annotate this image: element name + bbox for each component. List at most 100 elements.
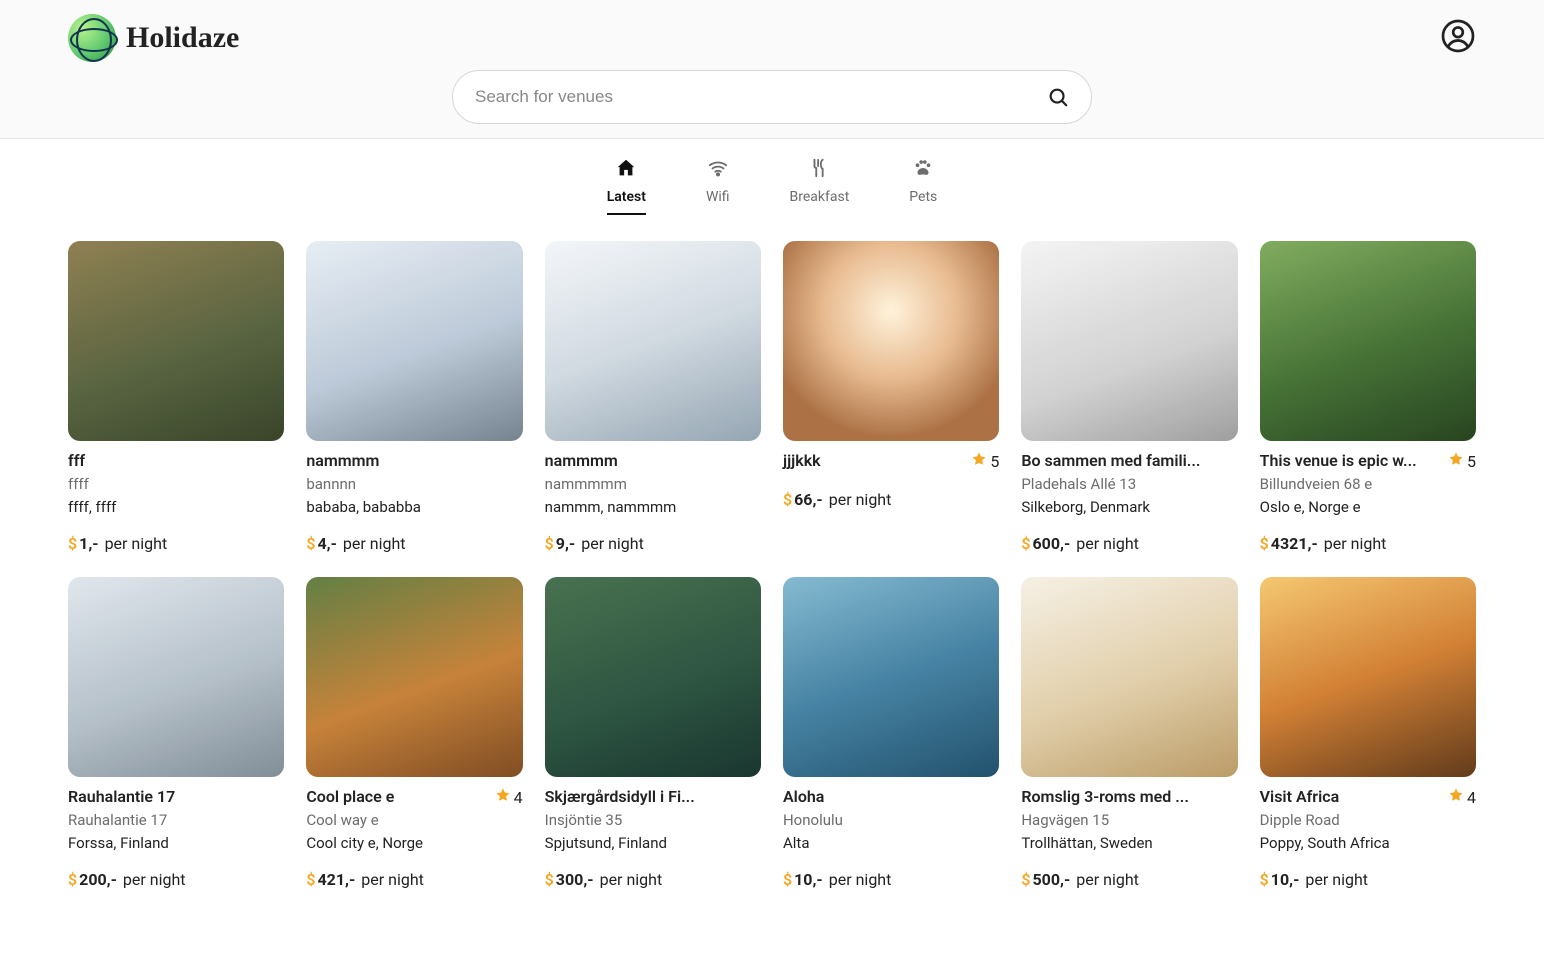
venue-card[interactable]: This venue is epic w... 5 Billundveien 6… [1260,241,1476,553]
search-input[interactable] [475,87,1047,107]
rating-value: 5 [990,452,999,471]
venue-price: $ 4,- per night [306,534,522,553]
venue-city: Forssa, Finland [68,833,284,854]
venue-city: nammm, nammmm [545,497,761,518]
venue-thumbnail [783,577,999,777]
venue-city: Spjutsund, Finland [545,833,761,854]
search-row [68,70,1476,124]
logo[interactable]: Holidaze [68,14,239,62]
venue-street: Rauhalantie 17 [68,810,284,831]
price-value: 10,- [794,870,823,889]
venue-price: $ 10,- per night [783,870,999,889]
currency-symbol: $ [545,534,554,553]
price-value: 10,- [1271,870,1300,889]
globe-icon [68,14,116,62]
venue-price: $ 9,- per night [545,534,761,553]
per-night-label: per night [123,870,186,889]
currency-symbol: $ [1021,534,1030,553]
venue-title: Visit Africa [1260,787,1340,808]
currency-symbol: $ [1021,870,1030,889]
app-header: Holidaze [0,0,1544,139]
venue-thumbnail [68,241,284,441]
venue-card[interactable]: Visit Africa 4 Dipple Road Poppy, South … [1260,577,1476,889]
venue-thumbnail [306,241,522,441]
venue-city: ffff, ffff [68,497,284,518]
price-value: 600,- [1032,534,1070,553]
venue-card[interactable]: nammmm bannnn bababa, bababba $ 4,- per … [306,241,522,553]
filter-breakfast[interactable]: Breakfast [790,157,850,215]
venue-thumbnail [783,241,999,441]
price-value: 66,- [794,490,823,509]
venue-thumbnail [1260,241,1476,441]
rating-value: 4 [514,788,523,807]
venue-thumbnail [1021,241,1237,441]
per-night-label: per night [343,534,406,553]
venue-card[interactable]: Romslig 3-roms med ... Hagvägen 15 Troll… [1021,577,1237,889]
paw-icon [912,157,934,183]
price-value: 4321,- [1271,534,1318,553]
venue-city: Cool city e, Norge [306,833,522,854]
per-night-label: per night [600,870,663,889]
filter-pets[interactable]: Pets [909,157,937,215]
venue-price: $ 500,- per night [1021,870,1237,889]
price-value: 1,- [79,534,98,553]
currency-symbol: $ [783,870,792,889]
venue-price: $ 200,- per night [68,870,284,889]
venue-title: Skjærgårdsidyll i Fi... [545,787,695,808]
venue-card[interactable]: jjjkkk 5 $ 66,- per night [783,241,999,553]
venue-card[interactable]: Bo sammen med famili... Pladehals Allé 1… [1021,241,1237,553]
filter-latest[interactable]: Latest [607,157,646,215]
venue-card[interactable]: Aloha Honolulu Alta $ 10,- per night [783,577,999,889]
star-icon [971,451,987,471]
currency-symbol: $ [1260,870,1269,889]
per-night-label: per night [581,534,644,553]
venue-street: bannnn [306,474,522,495]
filter-bar: Latest Wifi Breakfast Pets [0,139,1544,229]
rating-value: 5 [1467,452,1476,471]
venue-card[interactable]: Skjærgårdsidyll i Fi... Insjöntie 35 Spj… [545,577,761,889]
search-icon [1047,86,1069,108]
venue-price: $ 66,- per night [783,490,999,509]
star-icon [1448,451,1464,471]
venue-city: bababa, bababba [306,497,522,518]
venue-card[interactable]: nammmm nammmmm nammm, nammmm $ 9,- per n… [545,241,761,553]
venue-city: Trollhättan, Sweden [1021,833,1237,854]
venue-city: Poppy, South Africa [1260,833,1476,854]
venue-city: Alta [783,833,999,854]
venue-card[interactable]: Cool place e 4 Cool way e Cool city e, N… [306,577,522,889]
star-icon [495,787,511,807]
venue-street: Insjöntie 35 [545,810,761,831]
venue-title: nammmm [545,451,618,472]
price-value: 200,- [79,870,117,889]
venue-title: Cool place e [306,787,394,808]
price-value: 500,- [1032,870,1070,889]
search-box[interactable] [452,70,1092,124]
venue-thumbnail [1260,577,1476,777]
venue-title: Rauhalantie 17 [68,787,175,808]
venue-street: Cool way e [306,810,522,831]
venue-street: Hagvägen 15 [1021,810,1237,831]
currency-symbol: $ [306,870,315,889]
venue-street: nammmmm [545,474,761,495]
star-icon [1448,787,1464,807]
venue-price: $ 421,- per night [306,870,522,889]
venue-rating: 4 [495,787,523,807]
filter-wifi[interactable]: Wifi [706,157,730,215]
venue-rating: 4 [1448,787,1476,807]
venue-price: $ 300,- per night [545,870,761,889]
venue-card[interactable]: fff ffff ffff, ffff $ 1,- per night [68,241,284,553]
venue-street: Billundveien 68 e [1260,474,1476,495]
per-night-label: per night [361,870,424,889]
per-night-label: per night [1076,534,1139,553]
user-menu-button[interactable] [1440,18,1476,58]
currency-symbol: $ [1260,534,1269,553]
venue-title: nammmm [306,451,379,472]
utensils-icon [808,157,830,183]
venue-price: $ 4321,- per night [1260,534,1476,553]
currency-symbol: $ [68,870,77,889]
venue-card[interactable]: Rauhalantie 17 Rauhalantie 17 Forssa, Fi… [68,577,284,889]
venue-price: $ 10,- per night [1260,870,1476,889]
per-night-label: per night [1076,870,1139,889]
venue-price: $ 1,- per night [68,534,284,553]
venue-price: $ 600,- per night [1021,534,1237,553]
